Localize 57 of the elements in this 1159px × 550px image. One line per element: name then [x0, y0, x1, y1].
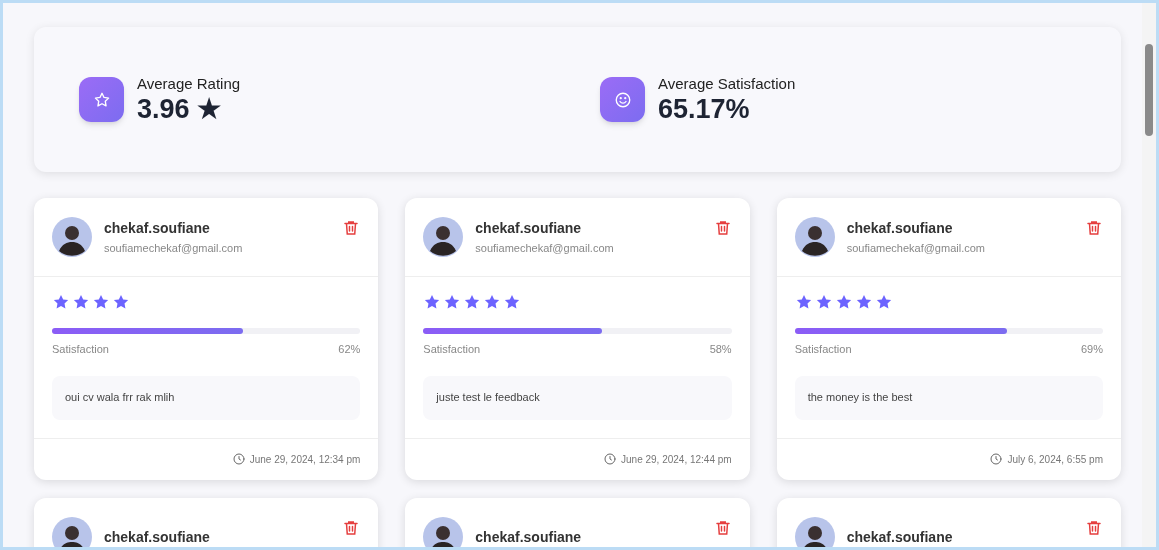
delete-button[interactable]	[713, 219, 732, 237]
star-icon	[112, 293, 130, 311]
feedback-date: June 29, 2024, 12:34 pm	[249, 452, 361, 467]
star-icon	[443, 293, 462, 311]
stat-label: Average Rating	[137, 74, 241, 93]
satisfaction-label: Satisfaction	[52, 342, 109, 357]
user-name: chekaf.soufiane	[475, 527, 582, 547]
comment-text: oui cv wala frr rak mlih	[65, 390, 175, 406]
avatar-icon	[794, 516, 835, 547]
clock-icon	[990, 453, 1003, 465]
star-icon	[463, 293, 482, 311]
star-icon	[92, 90, 111, 109]
user-name: chekaf.soufiane	[846, 218, 954, 238]
avatar-icon	[794, 217, 835, 257]
comment-text: the money is the best	[807, 390, 913, 406]
delete-button[interactable]	[713, 518, 732, 537]
stat-label: Average Satisfaction	[658, 74, 796, 93]
user-name: chekaf.soufiane	[104, 527, 210, 547]
satisfaction-value: 62%	[338, 342, 361, 357]
star-icon	[483, 293, 502, 311]
delete-button[interactable]	[342, 219, 361, 237]
star-icon	[72, 293, 90, 311]
star-icon	[854, 293, 873, 311]
stat-value: 3.96 ★	[137, 92, 223, 125]
smiley-icon	[613, 90, 632, 109]
user-name: chekaf.soufiane	[104, 218, 211, 238]
stat-value: 65.17%	[658, 92, 751, 125]
feedback-date: July 6, 2024, 6:55 pm	[1007, 452, 1103, 467]
star-icon	[814, 293, 833, 311]
avatar-icon	[423, 217, 464, 257]
star-icon	[423, 293, 442, 311]
clock-icon	[604, 453, 616, 465]
feedback-date: June 29, 2024, 12:44 pm	[621, 452, 732, 467]
scrollbar-thumb[interactable]	[1145, 44, 1153, 136]
delete-button[interactable]	[1085, 219, 1103, 237]
avatar-icon	[52, 516, 92, 547]
star-icon	[834, 293, 853, 311]
star-icon	[52, 293, 70, 311]
satisfaction-label: Satisfaction	[794, 342, 852, 357]
user-email: soufiamechekaf@gmail.com	[475, 240, 614, 256]
satisfaction-value: 58%	[709, 342, 732, 357]
avatar-icon	[52, 217, 92, 257]
clock-icon	[232, 453, 245, 465]
delete-button[interactable]	[1085, 518, 1103, 537]
user-name: chekaf.soufiane	[475, 218, 583, 238]
star-icon	[503, 293, 522, 311]
star-icon	[92, 293, 110, 311]
user-email: soufiamechekaf@gmail.com	[846, 240, 985, 256]
user-email: soufiamechekaf@gmail.com	[104, 240, 243, 256]
comment-text: juste test le feedback	[436, 390, 540, 406]
satisfaction-label: Satisfaction	[423, 342, 481, 357]
user-name: chekaf.soufiane	[846, 527, 953, 547]
star-icon	[794, 293, 813, 311]
star-icon	[874, 293, 893, 311]
satisfaction-value: 69%	[1080, 342, 1103, 357]
delete-button[interactable]	[342, 518, 361, 537]
avatar-icon	[423, 516, 464, 547]
